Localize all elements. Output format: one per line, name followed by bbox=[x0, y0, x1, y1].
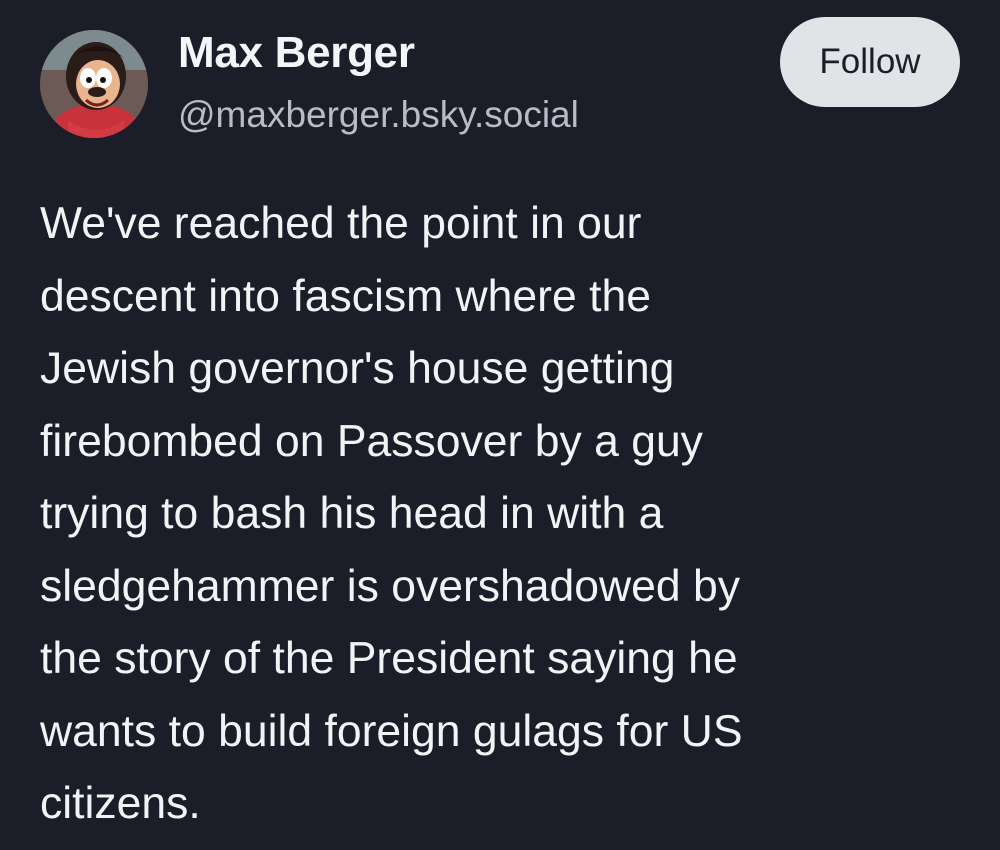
post-text: We've reached the point in our descent i… bbox=[40, 188, 980, 841]
post-text-line: Jewish governor's house getting bbox=[40, 344, 675, 393]
post-card: Max Berger @maxberger.bsky.social Follow… bbox=[0, 0, 1000, 850]
post-text-line: wants to build foreign gulags for US bbox=[40, 706, 743, 756]
post-text-line: firebombed on Passover by a guy bbox=[40, 416, 703, 466]
post-text-line: sledgehammer is overshadowed by bbox=[40, 561, 741, 611]
cartoon-character-avatar-icon bbox=[40, 30, 148, 138]
author-handle[interactable]: @maxberger.bsky.social bbox=[178, 94, 579, 136]
post-text-line: the story of the President saying he bbox=[40, 634, 738, 683]
follow-button[interactable]: Follow bbox=[780, 17, 960, 107]
author-name[interactable]: Max Berger bbox=[178, 28, 415, 78]
post-text-line: citizens. bbox=[40, 779, 201, 828]
post-text-line: trying to bash his head in with a bbox=[40, 489, 664, 538]
post-text-line: We've reached the point in our bbox=[40, 199, 642, 248]
avatar[interactable] bbox=[40, 30, 148, 138]
post-text-line: descent into fascism where the bbox=[40, 271, 651, 321]
